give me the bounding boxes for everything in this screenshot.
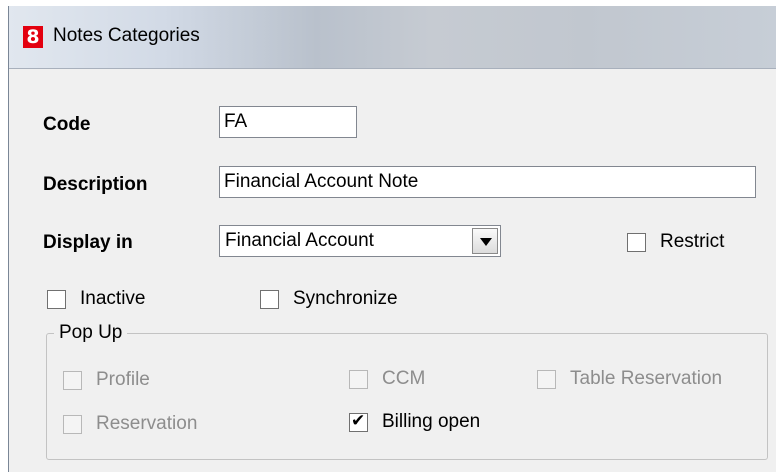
table-reservation-checkbox[interactable]: Table Reservation bbox=[537, 368, 722, 390]
display-in-dropdown[interactable]: Financial Account bbox=[219, 225, 501, 257]
inactive-label: Inactive bbox=[80, 288, 146, 309]
popup-group-legend: Pop Up bbox=[54, 322, 128, 344]
chevron-down-icon bbox=[480, 238, 492, 246]
ccm-checkbox-box[interactable] bbox=[349, 369, 368, 389]
table-reservation-checkbox-box[interactable] bbox=[537, 369, 556, 389]
restrict-label: Restrict bbox=[660, 231, 725, 252]
billing-open-checkbox-box[interactable]: ✔ bbox=[349, 410, 368, 432]
code-input[interactable]: FA bbox=[219, 106, 357, 138]
reservation-checkbox[interactable]: Reservation bbox=[63, 413, 197, 435]
inactive-checkbox[interactable]: Inactive bbox=[47, 288, 145, 310]
app-icon: 8 bbox=[23, 26, 43, 48]
notes-categories-window: 8 Notes Categories Code FA Description F… bbox=[8, 6, 776, 472]
synchronize-label: Synchronize bbox=[293, 288, 398, 309]
ccm-label: CCM bbox=[382, 368, 426, 389]
display-in-label: Display in bbox=[43, 232, 133, 253]
table-reservation-label: Table Reservation bbox=[570, 368, 723, 389]
profile-label: Profile bbox=[96, 369, 150, 390]
profile-checkbox[interactable]: Profile bbox=[63, 369, 150, 391]
description-input[interactable]: Financial Account Note bbox=[219, 166, 756, 198]
restrict-checkbox[interactable]: Restrict bbox=[627, 231, 724, 253]
reservation-checkbox-box[interactable] bbox=[63, 414, 82, 434]
window-title: Notes Categories bbox=[53, 25, 200, 46]
profile-checkbox-box[interactable] bbox=[63, 370, 82, 390]
code-label: Code bbox=[43, 114, 91, 135]
display-in-value: Financial Account bbox=[225, 230, 374, 251]
title-bar[interactable]: 8 Notes Categories bbox=[9, 6, 776, 69]
dropdown-arrow-button[interactable] bbox=[472, 228, 498, 254]
billing-open-label: Billing open bbox=[382, 411, 481, 432]
popup-groupbox bbox=[46, 333, 768, 460]
form-panel: Code FA Description Financial Account No… bbox=[9, 69, 776, 472]
restrict-checkbox-box[interactable] bbox=[627, 232, 646, 252]
billing-open-checkbox[interactable]: ✔ Billing open bbox=[349, 411, 480, 433]
inactive-checkbox-box[interactable] bbox=[47, 289, 66, 309]
synchronize-checkbox-box[interactable] bbox=[260, 289, 279, 309]
synchronize-checkbox[interactable]: Synchronize bbox=[260, 288, 398, 310]
checkmark-icon: ✔ bbox=[351, 410, 366, 431]
reservation-label: Reservation bbox=[96, 413, 198, 434]
description-label: Description bbox=[43, 174, 148, 195]
ccm-checkbox[interactable]: CCM bbox=[349, 368, 425, 390]
